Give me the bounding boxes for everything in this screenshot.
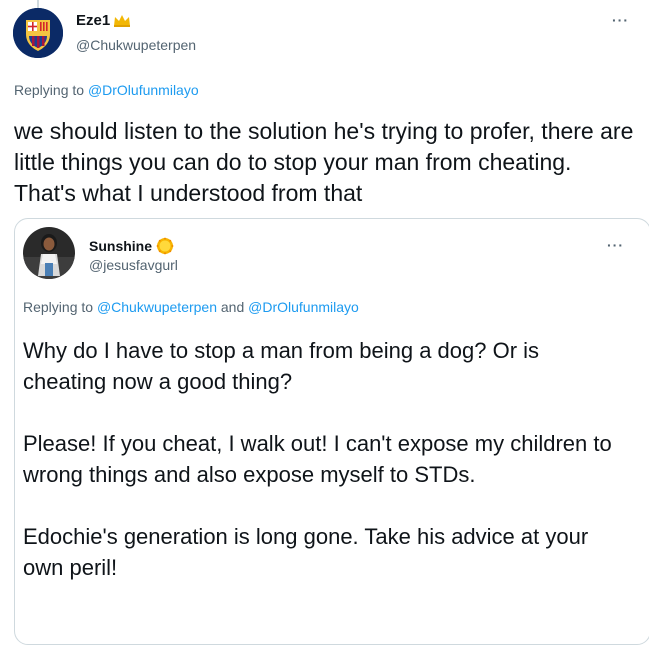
more-options-icon[interactable]: ··· (612, 12, 629, 28)
author-name-row[interactable]: Eze1 (76, 12, 131, 29)
display-name[interactable]: Eze1 (76, 12, 110, 29)
replying-to-label: Replying to (14, 82, 88, 98)
replying-to-line: Replying to @DrOlufunmilayo (14, 82, 199, 98)
replying-to-conjunction: and (217, 299, 249, 315)
author-handle[interactable]: @Chukwupeterpen (76, 37, 196, 53)
tweet-text: we should listen to the solution he's tr… (14, 118, 640, 206)
replying-to-line: Replying to @Chukwupeterpen and @DrOlufu… (23, 299, 359, 315)
crown-icon (114, 14, 131, 27)
replying-to-label: Replying to (23, 299, 97, 315)
mention-link[interactable]: @DrOlufunmilayo (88, 82, 199, 98)
profile-photo-icon (23, 227, 75, 279)
thread-line (37, 0, 39, 8)
quoted-tweet[interactable]: Sunshine @jesusfavgurl ··· Replying to @… (14, 218, 649, 645)
author-name-row[interactable]: Sunshine (89, 237, 174, 255)
paragraph: Why do I have to stop a man from being a… (23, 338, 540, 394)
avatar[interactable] (23, 227, 75, 279)
mention-link[interactable]: @DrOlufunmilayo (248, 299, 359, 315)
display-name[interactable]: Sunshine (89, 238, 152, 254)
paragraph: Edochie's generation is long gone. Take … (23, 524, 589, 580)
paragraph: Please! If you cheat, I walk out! I can'… (23, 431, 612, 487)
author-handle[interactable]: @jesusfavgurl (89, 257, 178, 273)
quoted-tweet-text: Why do I have to stop a man from being a… (23, 335, 623, 614)
tweet: Eze1 @Chukwupeterpen ··· Replying to @Dr… (0, 0, 649, 645)
fc-barcelona-crest-icon (13, 8, 63, 58)
mention-link[interactable]: @Chukwupeterpen (97, 299, 217, 315)
more-options-icon[interactable]: ··· (607, 237, 624, 253)
avatar[interactable] (13, 8, 63, 58)
sun-icon (156, 237, 174, 255)
